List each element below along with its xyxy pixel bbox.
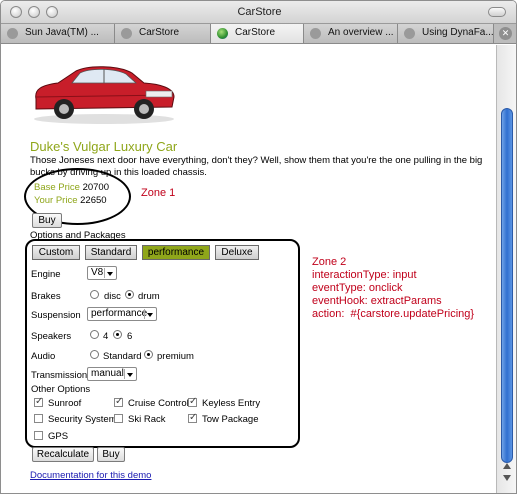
tow-package-checkbox[interactable]: [188, 412, 197, 423]
transmission-value: manual: [91, 368, 124, 379]
close-icon[interactable]: [7, 28, 18, 39]
buy-button[interactable]: Buy: [97, 447, 125, 462]
speakers-label: Speakers: [31, 331, 72, 342]
window-title: CarStore: [237, 6, 282, 18]
engine-select[interactable]: V8: [87, 266, 117, 280]
speakers-4-radio[interactable]: [90, 330, 99, 339]
suspension-label: Suspension: [31, 310, 81, 321]
security-system-label: Security System: [48, 414, 117, 425]
tab-bar: Sun Java(TM) ... CarStore CarStore An ov…: [1, 24, 516, 44]
tab-using-dynafaces[interactable]: Using DynaFa...: [398, 24, 494, 43]
audio-label: Audio: [31, 351, 56, 362]
vertical-scrollbar[interactable]: [496, 45, 516, 493]
sunroof-label: Sunroof: [48, 398, 82, 409]
suspension-value: performance: [91, 308, 148, 319]
brakes-disc-label: disc: [104, 291, 121, 302]
buy-button-top[interactable]: Buy: [32, 213, 62, 228]
brakes-drum-radio[interactable]: [125, 290, 134, 299]
car-name-heading: Duke's Vulgar Luxury Car: [30, 139, 178, 154]
brakes-disc-radio[interactable]: [90, 290, 99, 299]
security-system-checkbox[interactable]: [34, 414, 43, 423]
brakes-drum-label: drum: [138, 291, 160, 302]
tab-label: An overview ...: [328, 27, 394, 38]
transmission-select[interactable]: manual: [87, 367, 137, 381]
speakers-6-radio[interactable]: [113, 330, 122, 339]
cruise-control-label: Cruise Control: [128, 398, 189, 409]
close-tab-icon[interactable]: ✕: [499, 27, 512, 40]
tab-label: Using DynaFa...: [422, 27, 494, 38]
chevron-down-icon: [124, 369, 134, 379]
close-icon[interactable]: [404, 28, 415, 39]
documentation-link[interactable]: Documentation for this demo: [30, 470, 151, 481]
audio-premium-label: premium: [157, 351, 194, 362]
close-icon[interactable]: [121, 28, 132, 39]
tab-label: CarStore: [235, 27, 276, 38]
suspension-select[interactable]: performance: [87, 307, 157, 321]
car-image: [34, 66, 175, 124]
package-deluxe-button[interactable]: Deluxe: [215, 245, 259, 260]
engine-label: Engine: [31, 269, 61, 280]
gps-checkbox[interactable]: [34, 431, 43, 440]
audio-standard-radio[interactable]: [90, 350, 99, 359]
keyless-entry-label: Keyless Entry: [202, 398, 261, 409]
tab-carstore-active[interactable]: CarStore: [211, 24, 304, 43]
browser-window: CarStore Sun Java(TM) ... CarStore CarSt…: [0, 0, 517, 494]
zone-2-label: Zone 2 interactionType: input eventType:…: [312, 256, 475, 320]
ski-rack-checkbox[interactable]: [114, 414, 123, 423]
transmission-label: Transmission: [31, 370, 88, 381]
recalculate-button[interactable]: Recalculate: [32, 447, 94, 462]
zone-1-label: Zone 1: [141, 187, 176, 199]
sunroof-checkbox[interactable]: [34, 396, 43, 407]
package-custom-button[interactable]: Custom: [32, 245, 80, 260]
chevron-down-icon: [104, 268, 114, 278]
chevron-down-icon: [144, 309, 154, 319]
tab-overview[interactable]: An overview ...: [304, 24, 398, 43]
speakers-4-label: 4: [103, 331, 109, 342]
globe-icon: [217, 28, 228, 39]
gps-label: GPS: [48, 431, 69, 442]
scroll-up-arrow-icon[interactable]: [503, 463, 511, 469]
speakers-6-label: 6: [127, 331, 133, 342]
keyless-entry-checkbox[interactable]: [188, 396, 197, 407]
package-performance-button[interactable]: performance: [142, 245, 210, 260]
cruise-control-checkbox[interactable]: [114, 396, 123, 407]
tab-carstore[interactable]: CarStore: [115, 24, 211, 43]
title-bar: CarStore: [1, 1, 516, 24]
toolbar-toggle-button[interactable]: [488, 7, 506, 17]
close-icon[interactable]: [310, 28, 321, 39]
scrollbar-thumb[interactable]: [501, 108, 513, 463]
brakes-label: Brakes: [31, 291, 61, 302]
tow-package-label: Tow Package: [202, 414, 259, 425]
other-options-heading: Other Options: [31, 384, 91, 395]
scroll-down-arrow-icon[interactable]: [503, 475, 511, 481]
tab-sun-java[interactable]: Sun Java(TM) ...: [1, 24, 115, 43]
ski-rack-label: Ski Rack: [128, 414, 166, 425]
audio-premium-radio[interactable]: [144, 350, 153, 359]
audio-standard-label: Standard: [103, 351, 142, 362]
package-standard-button[interactable]: Standard: [85, 245, 137, 260]
tab-label: Sun Java(TM) ...: [25, 27, 99, 38]
engine-value: V8: [91, 267, 104, 278]
tab-label: CarStore: [139, 27, 180, 38]
